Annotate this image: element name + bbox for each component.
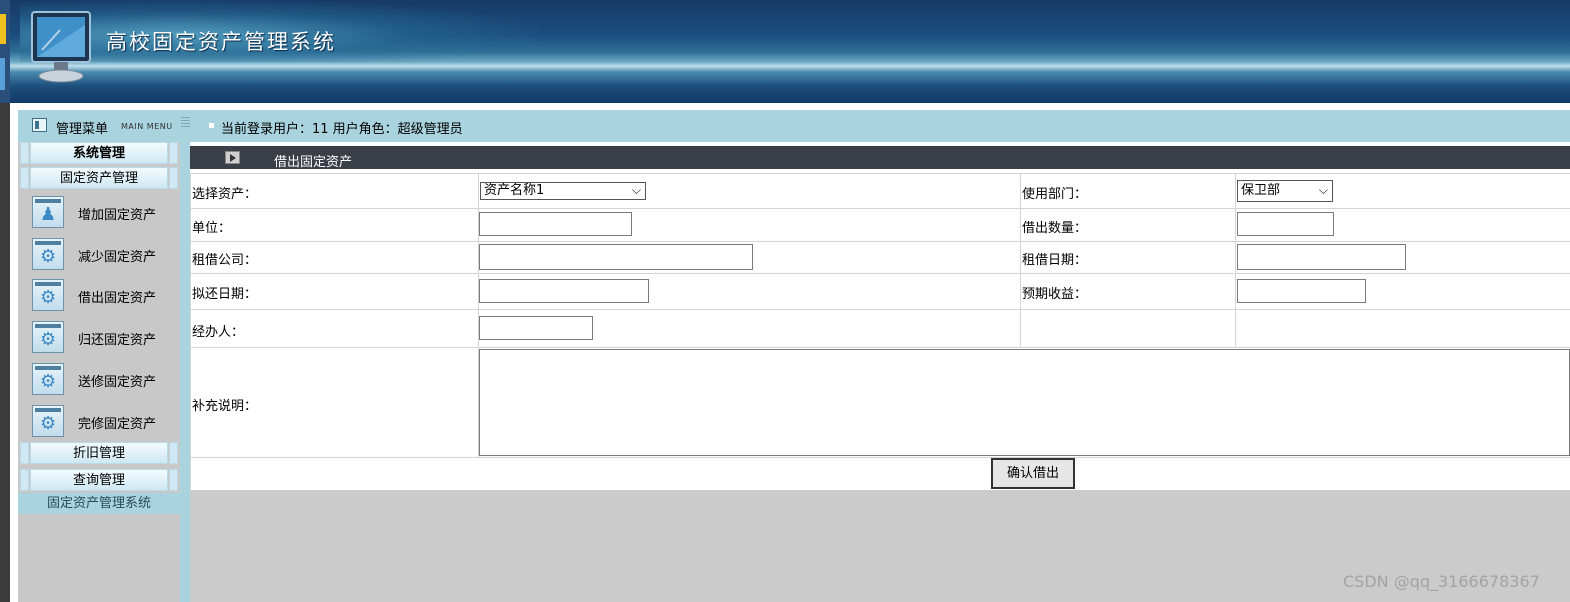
unit-label: 单位：	[192, 221, 232, 236]
form-row-border	[190, 173, 1570, 174]
asset-label: 选择资产：	[192, 187, 258, 202]
sidebar-item-label: 送修固定资产	[78, 375, 157, 390]
sidebar-group-assets[interactable]: 固定资产管理	[20, 167, 178, 189]
sidebar-item-repaired-asset[interactable]: ⚙ 完修固定资产	[32, 403, 172, 439]
watermark: CSDN @qq_3166678367	[1343, 572, 1540, 591]
menu-subtitle: MAIN MENU	[121, 122, 173, 131]
return-date-input[interactable]	[479, 279, 649, 303]
page-title-bar	[190, 146, 1570, 169]
gear-icon: ⚙	[32, 238, 64, 270]
window-edge	[0, 0, 10, 602]
company-input[interactable]	[479, 244, 753, 270]
sidebar-item-return-asset[interactable]: ⚙ 归还固定资产	[32, 319, 172, 355]
chevron-down-icon: ⌵	[1318, 183, 1328, 197]
sidebar-item-reduce-asset[interactable]: ⚙ 减少固定资产	[32, 236, 172, 272]
form-col-border	[190, 173, 191, 490]
company-label: 租借公司：	[192, 253, 258, 268]
sidebar-item-label: 增加固定资产	[78, 208, 157, 223]
handler-label: 经办人：	[192, 325, 245, 340]
menu-icon	[32, 118, 47, 132]
person-icon: ♟	[32, 196, 64, 228]
lend-qty-label: 借出数量：	[1022, 221, 1088, 236]
form-col-border	[1235, 173, 1236, 347]
return-date-label: 拟还日期：	[192, 287, 258, 302]
user-info: 当前登录用户：11 用户角色：超级管理员	[221, 122, 463, 137]
sidebar-item-label: 减少固定资产	[78, 250, 157, 265]
sidebar-item-label: 完修固定资产	[78, 417, 157, 432]
asset-select-value: 资产名称1	[484, 183, 545, 198]
sidebar-group-system[interactable]: 系统管理	[20, 142, 178, 164]
collapse-handle-icon[interactable]	[181, 117, 190, 129]
play-icon	[225, 151, 240, 164]
app-title: 高校固定资产管理系统	[106, 30, 336, 54]
gear-icon: ⚙	[32, 405, 64, 437]
form-row-border	[190, 273, 1570, 274]
sidebar-border	[180, 142, 190, 602]
sidebar-item-add-asset[interactable]: ♟ 增加固定资产	[32, 194, 172, 230]
handler-input[interactable]	[479, 316, 593, 340]
menu-title: 管理菜单	[56, 122, 109, 137]
sidebar-item-label: 归还固定资产	[78, 333, 157, 348]
form-row-border	[190, 309, 1570, 310]
gear-icon: ⚙	[32, 321, 64, 353]
lend-qty-input[interactable]	[1237, 212, 1334, 236]
form-row-border	[190, 241, 1570, 242]
gear-icon: ⚙	[32, 279, 64, 311]
page-title: 借出固定资产	[274, 155, 353, 170]
unit-input[interactable]	[479, 212, 632, 236]
sidebar-group-depreciation[interactable]: 折旧管理	[20, 442, 178, 464]
expected-income-input[interactable]	[1237, 279, 1366, 303]
confirm-lend-button[interactable]: 确认借出	[991, 458, 1075, 489]
form-row-border	[190, 457, 1570, 458]
notes-label: 补充说明：	[192, 399, 258, 414]
notes-textarea[interactable]	[479, 349, 1570, 456]
sidebar-item-repair-asset[interactable]: ⚙ 送修固定资产	[32, 361, 172, 397]
department-select[interactable]: 保卫部 ⌵	[1237, 180, 1333, 202]
sidebar-group-query[interactable]: 查询管理	[20, 469, 178, 491]
department-label: 使用部门：	[1022, 187, 1088, 202]
asset-select[interactable]: 资产名称1 ⌵	[480, 182, 646, 200]
expected-income-label: 预期收益：	[1022, 287, 1088, 302]
form-row-border	[190, 347, 1570, 348]
chevron-down-icon: ⌵	[631, 183, 641, 197]
monitor-logo-icon	[31, 11, 91, 83]
sidebar-footer: 固定资产管理系统	[18, 493, 180, 514]
lend-date-label: 租借日期：	[1022, 253, 1088, 268]
form-row-border	[190, 208, 1570, 209]
form-col-border	[1020, 173, 1021, 347]
lend-date-input[interactable]	[1237, 244, 1406, 270]
bullet-icon	[209, 123, 214, 128]
department-select-value: 保卫部	[1241, 183, 1281, 198]
gear-icon: ⚙	[32, 363, 64, 395]
sidebar-item-lend-asset[interactable]: ⚙ 借出固定资产	[32, 277, 172, 313]
sidebar-item-label: 借出固定资产	[78, 291, 157, 306]
